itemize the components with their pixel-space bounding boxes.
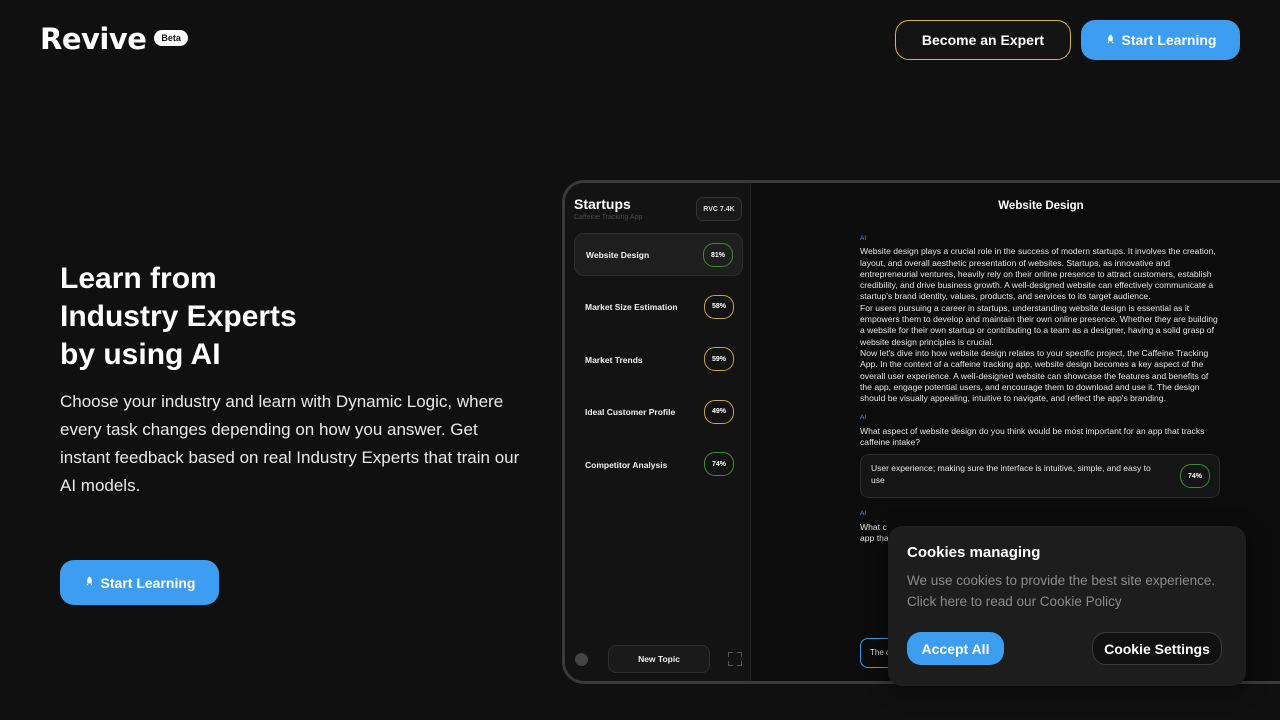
message-paragraph: Now let's dive into how website design r… [860,347,1209,404]
message-paragraph: For users pursuing a career in startups,… [860,302,1218,347]
topic-ideal-customer-profile[interactable]: Ideal Customer Profile 49% [574,391,743,434]
sidebar-subtitle: Caffeine Tracking App [574,214,643,221]
become-expert-button[interactable]: Become an Expert [895,20,1071,60]
cookie-title: Cookies managing [907,544,1041,561]
start-learning-label: Start Learning [1121,32,1217,48]
answer-text: User experience; making sure the interfa… [871,463,1151,485]
start-learning-button[interactable]: Start Learning [1081,20,1240,60]
ai-label: AI [860,414,867,422]
topic-score: 49% [704,399,734,424]
answer-score: 74% [1180,464,1210,489]
rocket-icon [1105,33,1116,48]
ai-label: AI [860,235,867,242]
message-paragraph: What aspect of website design do you thi… [860,425,1205,448]
hero-title: Learn from Industry Experts by using AI [60,260,297,374]
hero-title-line: by using AI [60,338,221,371]
topic-score: 59% [704,347,734,371]
user-icon[interactable] [575,653,588,666]
message-paragraph: Website design plays a crucial role in t… [860,246,1216,302]
logo-text: Revive [40,22,147,56]
topic-score: 58% [704,294,734,319]
cookie-banner: Cookies managing We use cookies to provi… [888,526,1246,686]
hero-start-learning-button[interactable]: Start Learning [60,560,219,605]
topic-market-size-estimation[interactable]: Market Size Estimation 58% [574,286,743,329]
user-answer: User experience; making sure the interfa… [860,454,1220,499]
logo[interactable]: Revive Beta [40,22,188,56]
ai-message: AI Website design plays a crucial role i… [860,233,1220,404]
topic-label: Competitor Analysis [585,459,668,470]
accept-all-button[interactable]: Accept All [907,632,1004,665]
new-topic-button[interactable]: New Topic [608,645,710,673]
hero-cta-label: Start Learning [100,574,196,591]
topic-label: Market Trends [585,354,643,365]
cookie-settings-button[interactable]: Cookie Settings [1092,632,1222,665]
expand-icon[interactable] [728,652,742,666]
app-sidebar: Startups Caffeine Tracking App RVC 7.4K … [565,183,751,681]
topic-label: Market Size Estimation [585,302,678,312]
topic-competitor-analysis[interactable]: Competitor Analysis 74% [574,443,743,486]
ai-message: AI What aspect of website design do you … [860,412,1220,448]
chat-messages: AI Website design plays a crucial role i… [860,233,1220,544]
topic-score: 74% [704,452,734,476]
beta-badge: Beta [154,30,188,46]
topic-label: Website Design [586,249,650,260]
topic-market-trends[interactable]: Market Trends 59% [574,338,743,381]
cookie-text[interactable]: We use cookies to provide the best site … [907,570,1227,612]
topic-website-design[interactable]: Website Design 81% [574,233,743,276]
hero-title-line: Learn from [60,262,217,295]
topic-score: 81% [703,243,733,267]
chat-title: Website Design [998,200,1084,212]
rvc-badge: RVC 7.4K [696,197,742,221]
topic-label: Ideal Customer Profile [585,407,676,417]
hero-description: Choose your industry and learn with Dyna… [60,392,520,495]
hero-title-line: Industry Experts [60,300,297,333]
ai-label: AI [860,510,867,518]
sidebar-title: Startups [574,196,631,212]
topic-list: Website Design 81% Market Size Estimatio… [574,233,743,496]
rocket-icon [84,575,95,590]
